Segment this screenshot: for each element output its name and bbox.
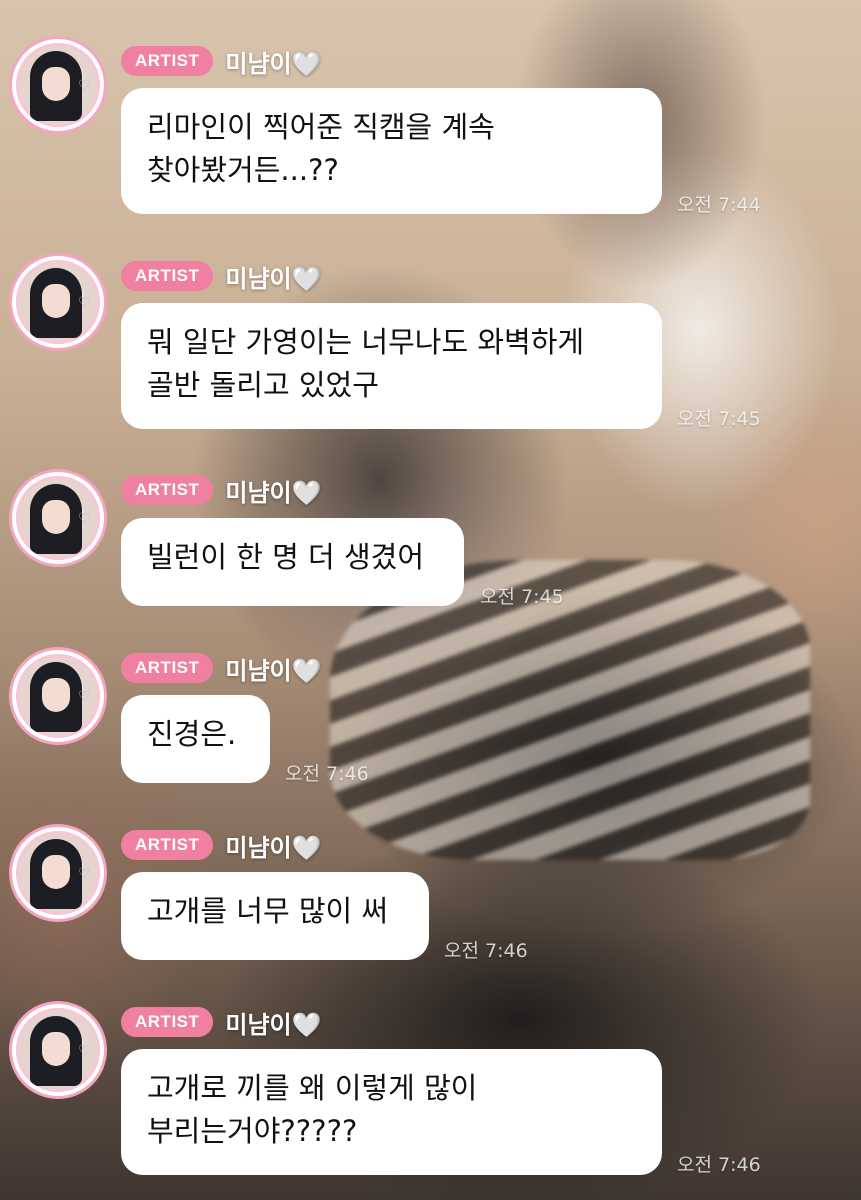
artist-badge: ARTIST xyxy=(121,475,214,505)
message-bubble[interactable]: 뭐 일단 가영이는 너무나도 와벽하게 골반 돌리고 있었구 xyxy=(121,303,662,429)
sender-row: ARTIST 미냠이🤍 xyxy=(121,44,322,79)
heart-icon: ♡ xyxy=(78,78,91,94)
sender-name[interactable]: 미냠이🤍 xyxy=(225,473,321,508)
artist-badge: ARTIST xyxy=(121,1007,214,1037)
message-bubble[interactable]: 리마인이 찍어준 직캠을 계속 찾아봤거든...?? xyxy=(121,88,662,214)
heart-icon: ♡ xyxy=(78,295,91,311)
message-timestamp: 오전 7:44 xyxy=(677,194,761,216)
message-bubble[interactable]: 빌런이 한 명 더 생겼어 xyxy=(121,518,464,606)
message-timestamp: 오전 7:46 xyxy=(677,1154,761,1176)
artist-badge: ARTIST xyxy=(121,653,214,683)
avatar[interactable]: ♡ xyxy=(12,39,104,131)
message-bubble[interactable]: 고개로 끼를 왜 이렇게 많이 부리는거야????? xyxy=(121,1049,662,1175)
message-timestamp: 오전 7:46 xyxy=(444,940,528,962)
message-timestamp: 오전 7:45 xyxy=(677,408,761,430)
heart-icon: ♡ xyxy=(78,689,91,705)
sender-name[interactable]: 미냠이🤍 xyxy=(225,1005,321,1040)
message-timestamp: 오전 7:45 xyxy=(480,586,564,608)
artist-badge: ARTIST xyxy=(121,261,214,291)
heart-icon: ♡ xyxy=(78,1043,91,1059)
heart-icon: ♡ xyxy=(78,866,91,882)
avatar[interactable]: ♡ xyxy=(12,827,104,919)
heart-icon: ♡ xyxy=(78,511,91,527)
sender-row: ARTIST 미냠이🤍 xyxy=(121,828,322,863)
chat-message-list: ♡ ARTIST 미냠이🤍 리마인이 찍어준 직캠을 계속 찾아봤거든...??… xyxy=(0,0,861,1200)
avatar[interactable]: ♡ xyxy=(12,256,104,348)
avatar[interactable]: ♡ xyxy=(12,472,104,564)
sender-name[interactable]: 미냠이🤍 xyxy=(225,651,321,686)
message-bubble[interactable]: 고개를 너무 많이 써 xyxy=(121,872,429,960)
sender-row: ARTIST 미냠이🤍 xyxy=(121,473,322,508)
avatar[interactable]: ♡ xyxy=(12,1004,104,1096)
sender-row: ARTIST 미냠이🤍 xyxy=(121,1005,322,1040)
sender-row: ARTIST 미냠이🤍 xyxy=(121,651,322,686)
sender-name[interactable]: 미냠이🤍 xyxy=(225,828,321,863)
message-timestamp: 오전 7:46 xyxy=(285,763,369,785)
artist-badge: ARTIST xyxy=(121,830,214,860)
avatar[interactable]: ♡ xyxy=(12,650,104,742)
sender-name[interactable]: 미냠이🤍 xyxy=(225,259,321,294)
sender-row: ARTIST 미냠이🤍 xyxy=(121,259,322,294)
artist-badge: ARTIST xyxy=(121,46,214,76)
message-bubble[interactable]: 진경은. xyxy=(121,695,270,783)
sender-name[interactable]: 미냠이🤍 xyxy=(225,44,321,79)
